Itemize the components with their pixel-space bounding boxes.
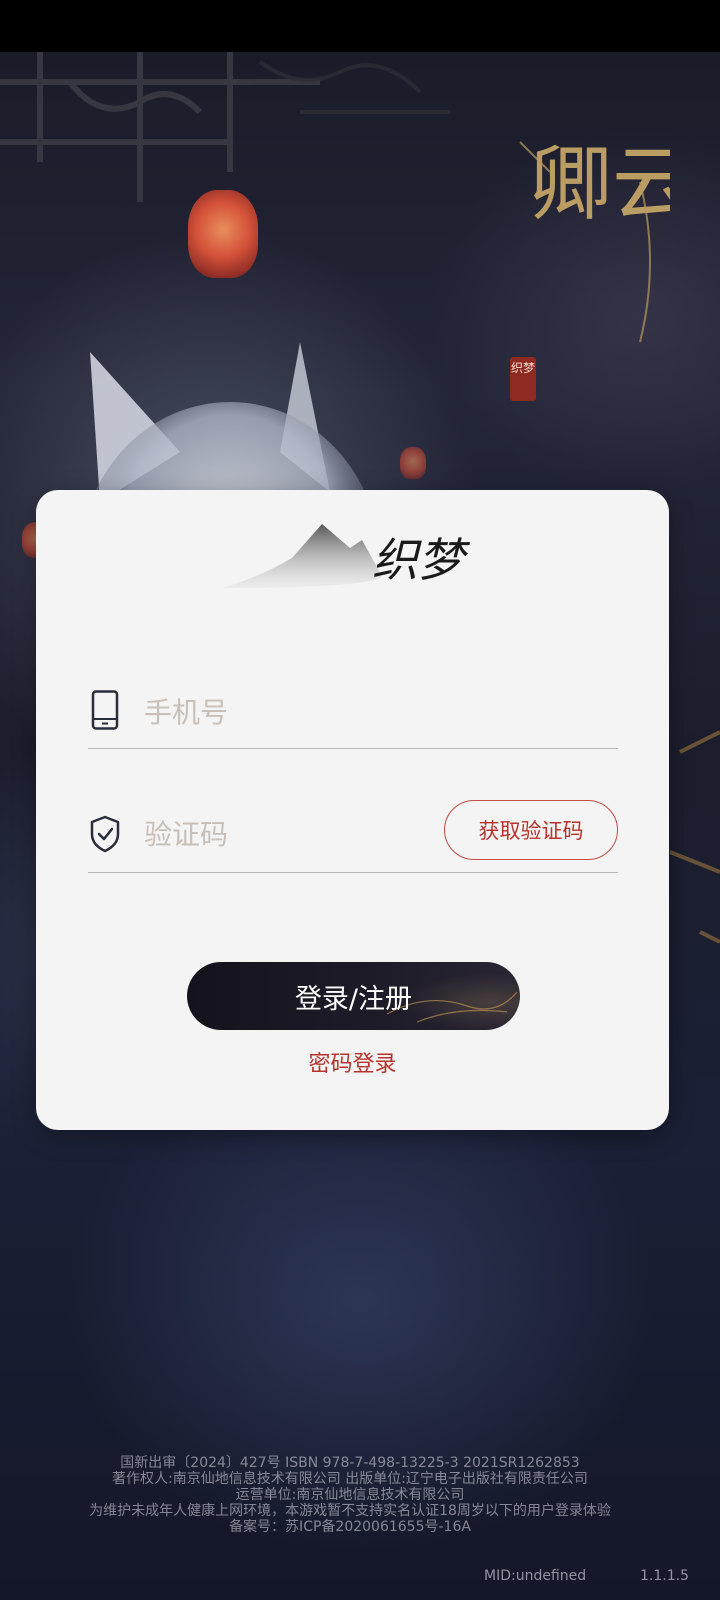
phone-field <box>88 678 618 749</box>
version-label: 1.1.1.5 <box>640 1568 689 1584</box>
footer-line: 为维护未成年人健康上网环境，本游戏暂不支持实名认证18周岁以下的用户登录体验 <box>89 1503 611 1519</box>
verification-code-field: 获取验证码 <box>88 790 618 873</box>
mid-label: MID:undefined <box>484 1568 587 1584</box>
verification-code-input[interactable] <box>144 812 444 856</box>
brand-name: 织梦 <box>372 533 471 587</box>
shield-check-icon <box>90 815 120 853</box>
mountain-mark-icon <box>222 524 382 588</box>
login-register-button[interactable]: 登录/注册 <box>187 962 520 1030</box>
login-card: 织梦 获取验证码 登录/注册 密码登录 <box>36 490 669 1130</box>
lantern-decoration <box>400 447 426 479</box>
phone-input[interactable] <box>144 690 444 734</box>
game-title-calligraphy: 卿云之上 <box>519 137 670 343</box>
password-login-link[interactable]: 密码登录 <box>36 1046 669 1078</box>
get-code-button[interactable]: 获取验证码 <box>444 800 618 860</box>
footer-line: 国新出审〔2024〕427号 ISBN 978-7-498-13225-3 20… <box>120 1455 580 1471</box>
brand-logo: 织梦 <box>222 524 471 588</box>
footer-line: 运营单位:南京仙地信息技术有限公司 <box>235 1487 465 1503</box>
footer-legal-info: 国新出审〔2024〕427号 ISBN 978-7-498-13225-3 20… <box>0 1455 700 1535</box>
footer-line: 著作权人:南京仙地信息技术有限公司 出版单位:辽宁电子出版社有限责任公司 <box>112 1471 588 1487</box>
status-bar <box>0 0 720 52</box>
footer-line: 备案号：苏ICP备2020061655号-16A <box>229 1519 471 1535</box>
login-register-label: 登录/注册 <box>294 983 413 1015</box>
tablet-icon <box>91 690 119 730</box>
game-seal-stamp: 织梦 <box>510 357 536 401</box>
lantern-decoration <box>188 190 258 278</box>
game-title-char-1: 卿云之上 <box>530 137 670 232</box>
